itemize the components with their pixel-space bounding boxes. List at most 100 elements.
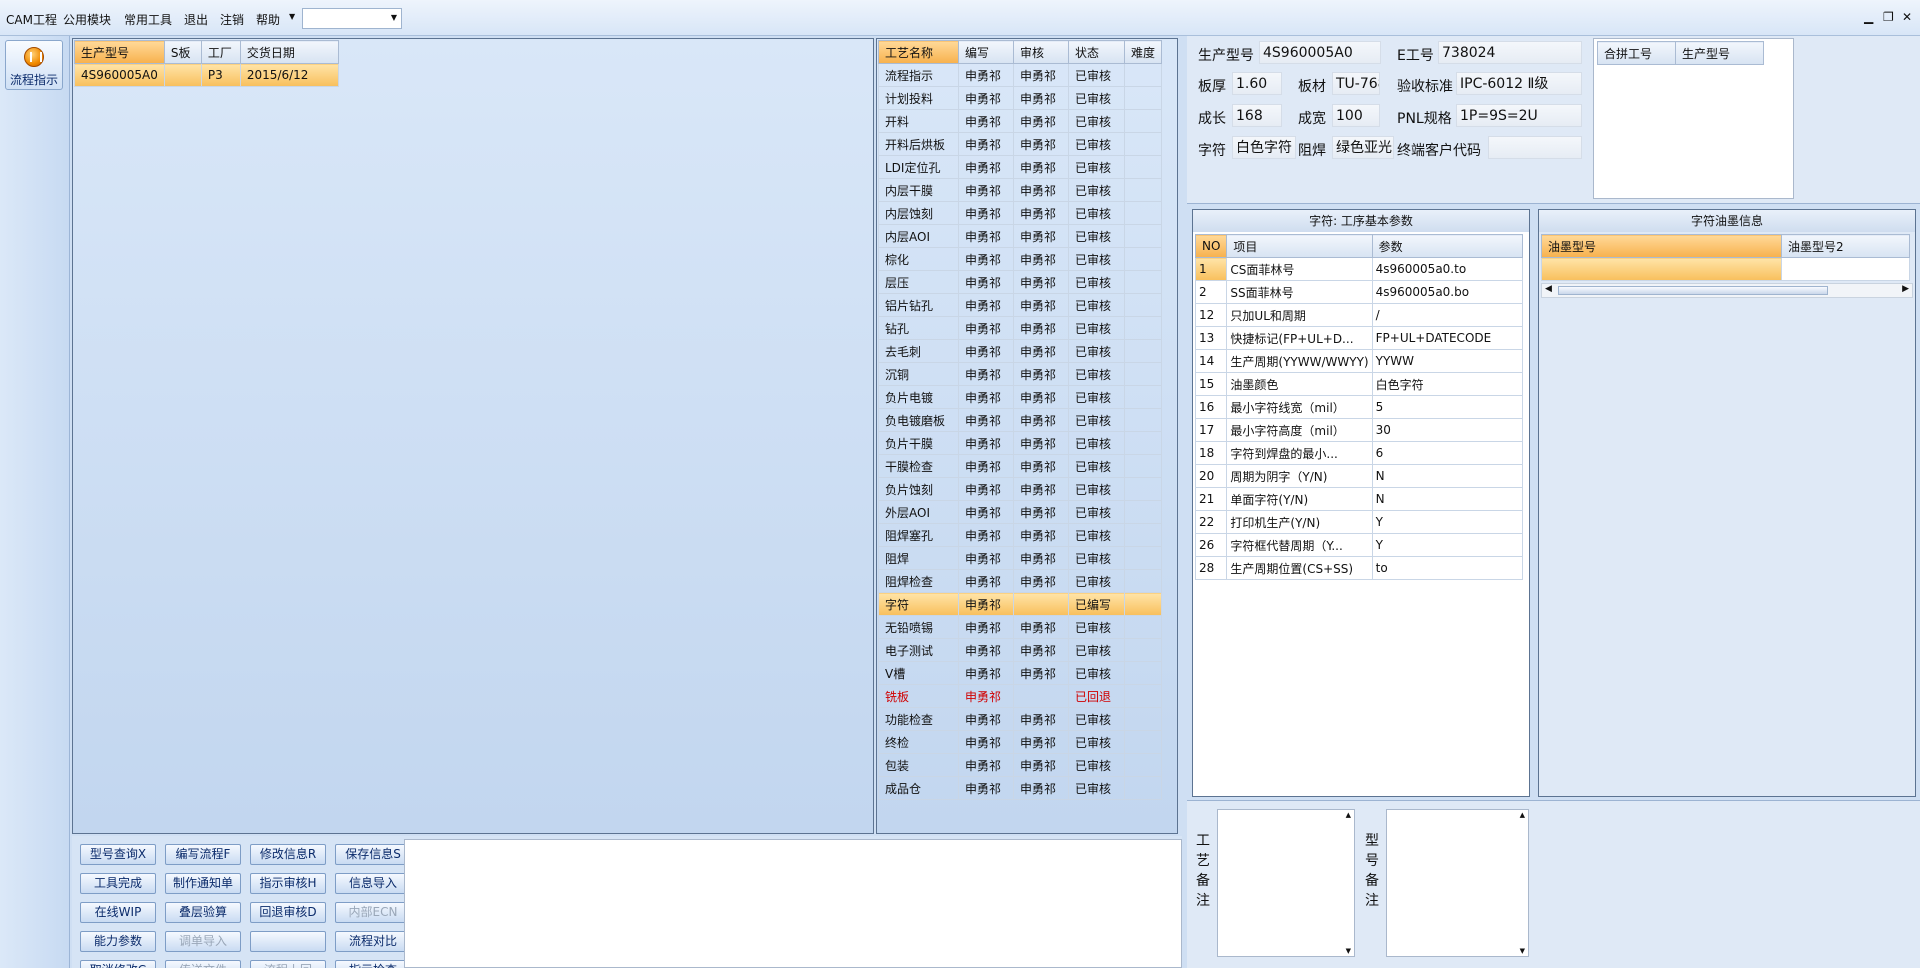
- process-notes-textarea[interactable]: ▲ ▼: [1217, 809, 1355, 957]
- menu-logout[interactable]: 注销: [220, 11, 244, 28]
- flow-indicator-button[interactable]: 流程指示: [5, 40, 63, 90]
- menu-cam-project[interactable]: CAM工程: [6, 11, 57, 28]
- table-row[interactable]: 层压 申勇祁 申勇祁 已审核: [878, 270, 1163, 294]
- model-notes-textarea[interactable]: ▲ ▼: [1386, 809, 1529, 957]
- table-row[interactable]: 4S960005A0 P3 2015/6/12: [74, 63, 339, 87]
- table-row[interactable]: V槽 申勇祁 申勇祁 已审核: [878, 661, 1163, 685]
- scroll-up-icon[interactable]: ▲: [1520, 811, 1525, 819]
- table-row[interactable]: 13 快捷标记(FP+UL+D... FP+UL+DATECODE: [1194, 326, 1523, 350]
- scroll-down-icon[interactable]: ▼: [1520, 947, 1525, 955]
- table-row[interactable]: 15 油墨颜色 白色字符: [1194, 372, 1523, 396]
- table-row[interactable]: 负电镀磨板 申勇祁 申勇祁 已审核: [878, 408, 1163, 432]
- table-row[interactable]: 开料后烘板 申勇祁 申勇祁 已审核: [878, 132, 1163, 156]
- thickness-field[interactable]: 1.60: [1232, 72, 1282, 95]
- menu-common-tools[interactable]: 常用工具: [124, 11, 172, 28]
- table-row[interactable]: 去毛刺 申勇祁 申勇祁 已审核: [878, 339, 1163, 363]
- table-row[interactable]: 负片干膜 申勇祁 申勇祁 已审核: [878, 431, 1163, 455]
- command-button[interactable]: 流程上回: [250, 960, 326, 968]
- table-row[interactable]: 钻孔 申勇祁 申勇祁 已审核: [878, 316, 1163, 340]
- help-dropdown-icon[interactable]: ▼: [289, 12, 295, 21]
- table-row[interactable]: 阻焊塞孔 申勇祁 申勇祁 已审核: [878, 523, 1163, 547]
- table-row[interactable]: 1 CS面菲林号 4s960005a0.to: [1194, 257, 1523, 281]
- table-row[interactable]: 12 只加UL和周期 /: [1194, 303, 1523, 327]
- table-row[interactable]: 铣板 申勇祁 已回退: [878, 684, 1163, 708]
- command-button[interactable]: [250, 931, 326, 952]
- command-button[interactable]: 流程对比: [335, 931, 411, 952]
- table-row[interactable]: 22 打印机生产(Y/N) Y: [1194, 510, 1523, 534]
- command-button[interactable]: 叠层验算: [165, 902, 241, 923]
- width-field[interactable]: 100: [1332, 104, 1380, 127]
- command-button[interactable]: 能力参数: [80, 931, 156, 952]
- command-button[interactable]: 在线WIP: [80, 902, 156, 923]
- table-row[interactable]: 无铅喷锡 申勇祁 申勇祁 已审核: [878, 615, 1163, 639]
- table-row[interactable]: 16 最小字符线宽（mil） 5: [1194, 395, 1523, 419]
- close-icon[interactable]: ✕: [1902, 10, 1912, 24]
- ink-horizontal-scrollbar[interactable]: ◀ ▶: [1541, 283, 1913, 298]
- table-row[interactable]: 阻焊 申勇祁 申勇祁 已审核: [878, 546, 1163, 570]
- command-button[interactable]: 内部ECN: [335, 902, 411, 923]
- command-button[interactable]: 取消修改C: [80, 960, 156, 968]
- table-row[interactable]: 终检 申勇祁 申勇祁 已审核: [878, 730, 1163, 754]
- scroll-up-icon[interactable]: ▲: [1346, 811, 1351, 819]
- command-button[interactable]: 保存信息S: [335, 844, 411, 865]
- command-button[interactable]: 调单导入: [165, 931, 241, 952]
- table-row[interactable]: 字符 申勇祁 已编写: [878, 592, 1163, 616]
- scroll-right-icon[interactable]: ▶: [1902, 284, 1909, 294]
- table-row[interactable]: 棕化 申勇祁 申勇祁 已审核: [878, 247, 1163, 271]
- table-row[interactable]: LDI定位孔 申勇祁 申勇祁 已审核: [878, 155, 1163, 179]
- table-row[interactable]: 内层蚀刻 申勇祁 申勇祁 已审核: [878, 201, 1163, 225]
- table-row[interactable]: 内层AOI 申勇祁 申勇祁 已审核: [878, 224, 1163, 248]
- table-row[interactable]: 14 生产周期(YYWW/WWYY) YYWW: [1194, 349, 1523, 373]
- table-row[interactable]: 负片蚀刻 申勇祁 申勇祁 已审核: [878, 477, 1163, 501]
- command-button[interactable]: 指示检查: [335, 960, 411, 968]
- table-row[interactable]: 21 单面字符(Y/N) N: [1194, 487, 1523, 511]
- table-row[interactable]: 干膜检查 申勇祁 申勇祁 已审核: [878, 454, 1163, 478]
- command-button[interactable]: 编写流程F: [165, 844, 241, 865]
- table-row[interactable]: 流程指示 申勇祁 申勇祁 已审核: [878, 63, 1163, 87]
- command-button[interactable]: 指示审核H: [250, 873, 326, 894]
- table-row[interactable]: 17 最小字符高度（mil） 30: [1194, 418, 1523, 442]
- table-row[interactable]: 沉铜 申勇祁 申勇祁 已审核: [878, 362, 1163, 386]
- table-row[interactable]: 计划投料 申勇祁 申勇祁 已审核: [878, 86, 1163, 110]
- accept-field[interactable]: IPC-6012 Ⅱ级: [1456, 72, 1582, 95]
- table-row[interactable]: 成品仓 申勇祁 申勇祁 已审核: [878, 776, 1163, 800]
- table-row[interactable]: 外层AOI 申勇祁 申勇祁 已审核: [878, 500, 1163, 524]
- scroll-left-icon[interactable]: ◀: [1545, 284, 1552, 294]
- customer-code-field[interactable]: [1488, 136, 1582, 159]
- command-button[interactable]: 修改信息R: [250, 844, 326, 865]
- material-field[interactable]: TU-768: [1332, 72, 1380, 95]
- table-row[interactable]: 负片电镀 申勇祁 申勇祁 已审核: [878, 385, 1163, 409]
- table-row[interactable]: 功能检查 申勇祁 申勇祁 已审核: [878, 707, 1163, 731]
- ink-row-cell[interactable]: [1541, 257, 1782, 281]
- e-no-field[interactable]: 738024: [1438, 41, 1582, 64]
- pnl-field[interactable]: 1P=9S=2U: [1456, 104, 1582, 127]
- table-row[interactable]: 内层干膜 申勇祁 申勇祁 已审核: [878, 178, 1163, 202]
- command-button[interactable]: 制作通知单: [165, 873, 241, 894]
- length-field[interactable]: 168: [1232, 104, 1282, 127]
- minimize-icon[interactable]: ▁: [1864, 10, 1873, 24]
- table-row[interactable]: 电子测试 申勇祁 申勇祁 已审核: [878, 638, 1163, 662]
- ink-row-cell[interactable]: [1781, 257, 1910, 281]
- char-field[interactable]: 白色字符: [1232, 136, 1296, 159]
- table-row[interactable]: 26 字符框代替周期（Y... Y: [1194, 533, 1523, 557]
- table-row[interactable]: 包装 申勇祁 申勇祁 已审核: [878, 753, 1163, 777]
- command-button[interactable]: 型号查询X: [80, 844, 156, 865]
- mask-field[interactable]: 绿色亚光: [1332, 136, 1394, 159]
- table-row[interactable]: 阻焊检查 申勇祁 申勇祁 已审核: [878, 569, 1163, 593]
- table-row[interactable]: 铝片钻孔 申勇祁 申勇祁 已审核: [878, 293, 1163, 317]
- command-button[interactable]: 工具完成: [80, 873, 156, 894]
- command-button[interactable]: 传送文件: [165, 960, 241, 968]
- command-button[interactable]: 信息导入: [335, 873, 411, 894]
- table-row[interactable]: 2 SS面菲林号 4s960005a0.bo: [1194, 280, 1523, 304]
- scroll-thumb[interactable]: [1558, 286, 1828, 295]
- table-row[interactable]: 18 字符到焊盘的最小... 6: [1194, 441, 1523, 465]
- restore-icon[interactable]: ❐: [1883, 10, 1894, 24]
- model-field[interactable]: 4S960005A0: [1259, 41, 1381, 64]
- table-row[interactable]: 开料 申勇祁 申勇祁 已审核: [878, 109, 1163, 133]
- command-button[interactable]: 回退审核D: [250, 902, 326, 923]
- menu-combo-select[interactable]: ▼: [302, 8, 402, 29]
- scroll-down-icon[interactable]: ▼: [1346, 947, 1351, 955]
- message-textarea[interactable]: [404, 839, 1182, 968]
- table-row[interactable]: 20 周期为阴字（Y/N) N: [1194, 464, 1523, 488]
- table-row[interactable]: 28 生产周期位置(CS+SS) to: [1194, 556, 1523, 580]
